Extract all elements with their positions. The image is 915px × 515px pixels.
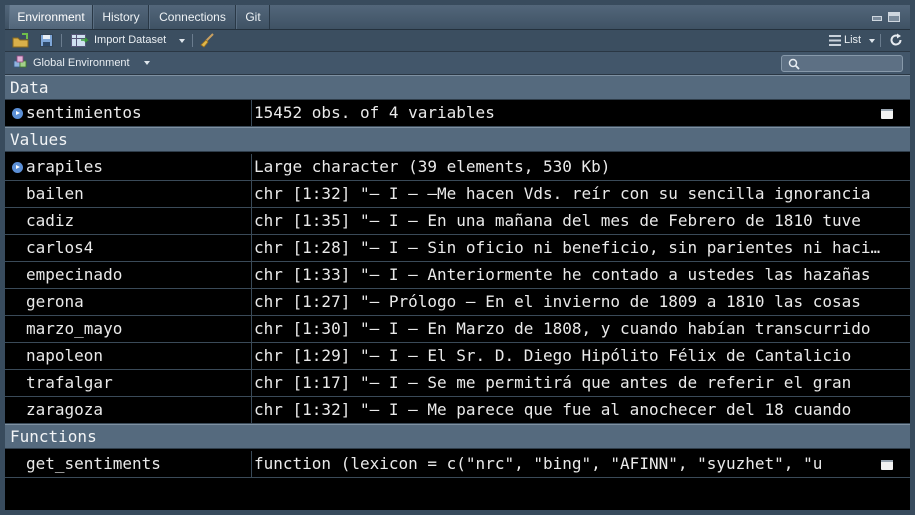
table-row[interactable]: empecinado chr [1:33] "– I – Anteriormen… (5, 262, 910, 289)
search-icon (788, 58, 800, 70)
object-name: napoleon (26, 346, 104, 365)
load-workspace-icon[interactable] (12, 33, 30, 48)
search-input[interactable] (781, 55, 903, 72)
import-dataset-icon[interactable] (71, 34, 89, 47)
column-divider (251, 181, 252, 207)
expand-arrow-icon[interactable] (12, 162, 23, 173)
tab-history[interactable]: History (93, 5, 149, 29)
object-value: chr [1:29] "– I – El Sr. D. Diego Hipóli… (254, 346, 852, 365)
list-view-icon[interactable] (829, 35, 841, 46)
object-name: arapiles (26, 157, 104, 176)
expand-arrow-icon[interactable] (12, 108, 23, 119)
table-row[interactable]: zaragoza chr [1:32] "– I – Me parece que… (5, 397, 910, 424)
environment-toolbar: Import Dataset List (5, 30, 910, 52)
column-divider (251, 208, 252, 234)
toolbar-separator (880, 34, 881, 47)
object-value: chr [1:33] "– I – Anteriormente he conta… (254, 265, 871, 284)
toolbar-separator (192, 34, 193, 47)
environment-scope-dropdown[interactable]: Global Environment (33, 52, 130, 74)
object-value: function (lexicon = c("nrc", "bing", "AF… (254, 454, 823, 473)
view-function-source-icon[interactable] (881, 460, 893, 470)
table-row[interactable]: cadiz chr [1:35] "– I – En una mañana de… (5, 208, 910, 235)
table-row[interactable]: carlos4 chr [1:28] "– I – Sin oficio ni … (5, 235, 910, 262)
table-row[interactable]: arapiles Large character (39 elements, 5… (5, 154, 910, 181)
tab-git[interactable]: Git (236, 5, 270, 29)
object-name: cadiz (26, 211, 75, 230)
section-header-data: Data (5, 75, 910, 100)
object-name: trafalgar (26, 373, 113, 392)
object-value: chr [1:32] "– I – —Me hacen Vds. reír co… (254, 184, 871, 203)
column-divider (251, 100, 252, 126)
table-row[interactable]: bailen chr [1:32] "– I – —Me hacen Vds. … (5, 181, 910, 208)
column-divider (251, 343, 252, 369)
table-row[interactable]: trafalgar chr [1:17] "– I – Se me permit… (5, 370, 910, 397)
minimize-pane-icon[interactable] (871, 12, 883, 22)
object-name: zaragoza (26, 400, 104, 419)
import-dataset-chevron-down-icon[interactable] (179, 39, 185, 43)
maximize-pane-icon[interactable] (888, 12, 900, 22)
column-divider (251, 154, 252, 180)
tab-environment[interactable]: Environment (9, 5, 93, 29)
column-divider (251, 370, 252, 396)
toolbar-separator (61, 34, 62, 47)
object-value: chr [1:35] "– I – En una mañana del mes … (254, 211, 861, 230)
table-row[interactable]: get_sentiments function (lexicon = c("nr… (5, 451, 910, 478)
object-name: gerona (26, 292, 84, 311)
import-dataset-button[interactable]: Import Dataset (94, 30, 166, 51)
object-value: chr [1:27] "– Prólogo – En el invierno d… (254, 292, 861, 311)
table-row[interactable]: sentimientos 15452 obs. of 4 variables (5, 100, 910, 127)
table-row[interactable]: napoleon chr [1:29] "– I – El Sr. D. Die… (5, 343, 910, 370)
object-value: chr [1:30] "– I – En Marzo de 1808, y cu… (254, 319, 871, 338)
table-row[interactable]: marzo_mayo chr [1:30] "– I – En Marzo de… (5, 316, 910, 343)
object-value: chr [1:28] "– I – Sin oficio ni benefici… (254, 238, 888, 257)
object-value: Large character (39 elements, 530 Kb) (254, 157, 611, 176)
object-value: chr [1:32] "– I – Me parece que fue al a… (254, 400, 852, 419)
refresh-icon[interactable] (889, 33, 903, 47)
environment-cubes-icon (13, 55, 27, 68)
tab-connections[interactable]: Connections (149, 5, 236, 29)
table-row[interactable]: gerona chr [1:27] "– Prólogo – En el inv… (5, 289, 910, 316)
object-name: empecinado (26, 265, 123, 284)
column-divider (251, 262, 252, 288)
view-mode-chevron-down-icon[interactable] (869, 39, 875, 43)
column-divider (251, 289, 252, 315)
environment-object-list: Data sentimientos 15452 obs. of 4 variab… (5, 75, 910, 510)
save-workspace-icon[interactable] (40, 34, 53, 47)
scope-chevron-down-icon[interactable] (144, 61, 150, 65)
object-value: 15452 obs. of 4 variables (254, 103, 495, 122)
section-header-values: Values (5, 127, 910, 152)
column-divider (251, 235, 252, 261)
column-divider (251, 397, 252, 423)
section-header-functions: Functions (5, 424, 910, 449)
object-name: get_sentiments (26, 454, 161, 473)
object-name: marzo_mayo (26, 319, 123, 338)
object-value: chr [1:17] "– I – Se me permitirá que an… (254, 373, 852, 392)
column-divider (251, 451, 252, 477)
object-name: bailen (26, 184, 84, 203)
object-name: sentimientos (26, 103, 142, 122)
column-divider (251, 316, 252, 342)
object-name: carlos4 (26, 238, 94, 257)
clear-workspace-broom-icon[interactable] (199, 32, 215, 48)
view-mode-dropdown[interactable]: List (844, 30, 861, 51)
tab-bar: Environment History Connections Git (5, 5, 910, 30)
environment-scope-bar: Global Environment (5, 52, 910, 75)
view-data-grid-icon[interactable] (881, 109, 893, 119)
environment-pane: Environment History Connections Git Impo… (0, 0, 915, 515)
